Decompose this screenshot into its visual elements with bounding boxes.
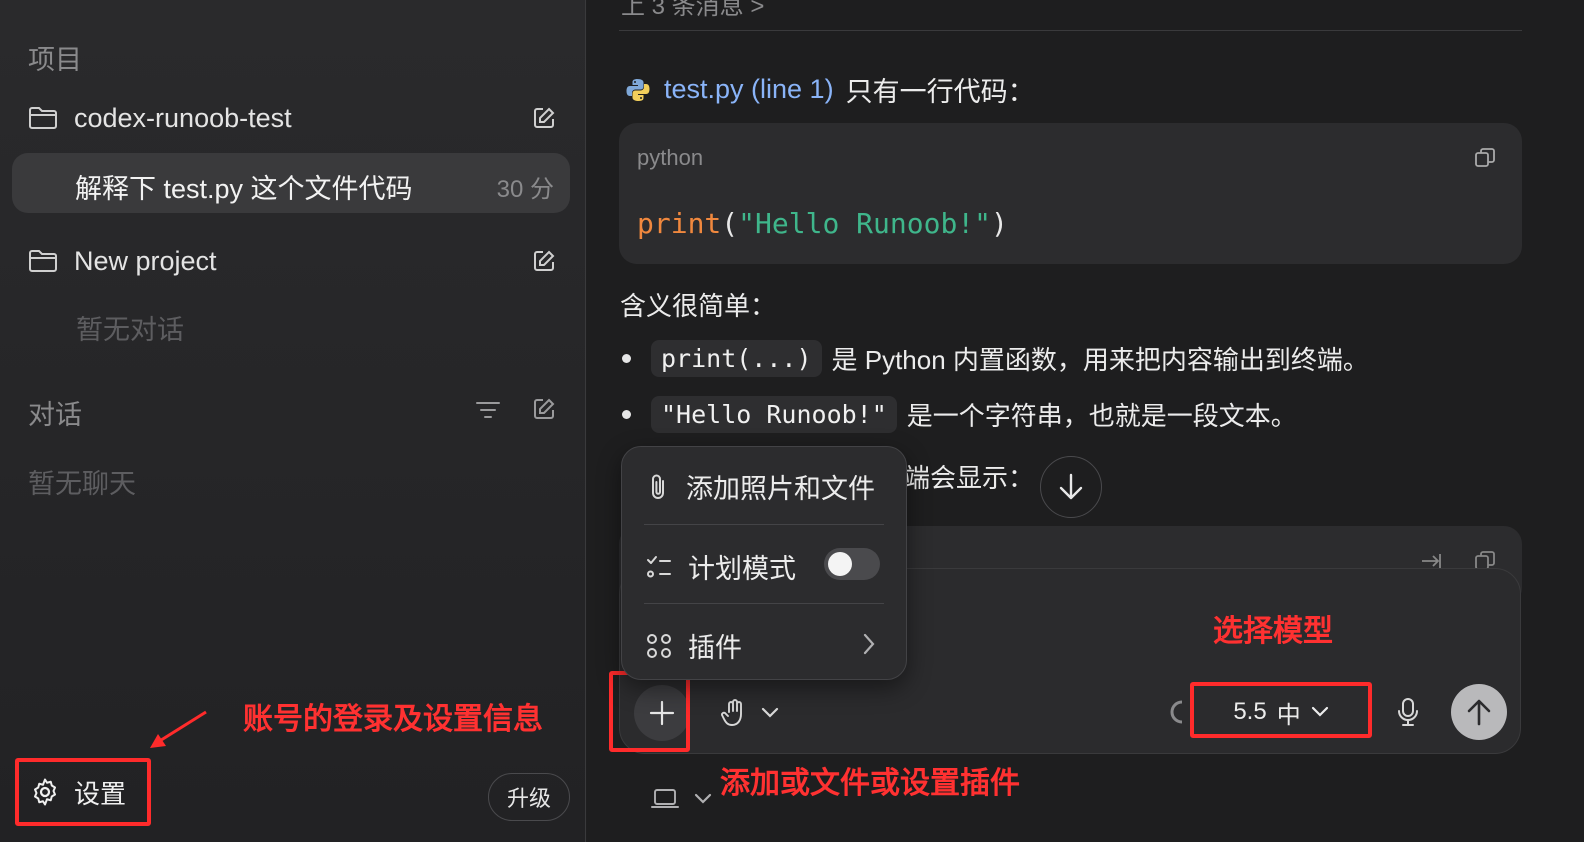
file-reference-line: test.py (line 1) 只有一行代码： — [624, 70, 1035, 109]
annotation-settings: 账号的登录及设置信息 — [243, 703, 543, 736]
laptop-icon — [651, 789, 679, 808]
partial-text: 端会显示： — [904, 463, 1035, 493]
annotation-box-add — [609, 671, 690, 752]
thread-item-active[interactable]: 解释下 test.py 这个文件代码 30 分 — [12, 153, 570, 213]
annotation-box-settings — [15, 758, 151, 826]
chats-empty-text: 暂无聊天 — [28, 469, 136, 499]
annotation-add: 添加或文件或设置插件 — [720, 767, 1020, 800]
bullet-item: "Hello Runoob!" 是一个字符串，也就是一段文本。 — [622, 396, 1297, 433]
python-icon — [624, 76, 652, 104]
project-name: New project — [74, 245, 217, 276]
environment-dropdown[interactable] — [648, 782, 714, 816]
code-string: "Hello Runoob!" — [738, 207, 992, 240]
menu-item-label: 插件 — [688, 633, 742, 663]
code-language: python — [637, 145, 704, 170]
microphone-icon — [1398, 698, 1418, 726]
chevron-right-icon — [863, 633, 875, 655]
microphone-button[interactable] — [1392, 694, 1424, 730]
menu-divider — [644, 524, 884, 525]
approval-mode-dropdown[interactable] — [714, 696, 786, 730]
file-description: 只有一行代码： — [845, 77, 1035, 107]
previous-messages-link[interactable]: 上 3 条消息 > — [621, 0, 764, 21]
divider — [619, 30, 1522, 31]
inline-code: "Hello Runoob!" — [651, 396, 897, 433]
annotation-arrow — [150, 710, 207, 748]
thread-title: 解释下 test.py 这个文件代码 — [75, 174, 413, 204]
send-button[interactable] — [1451, 684, 1507, 740]
annotation-model: 选择模型 — [1213, 615, 1333, 648]
new-chat-edit-icon[interactable] — [528, 393, 560, 425]
copy-icon[interactable] — [1470, 143, 1500, 173]
bullet-text: 是一个字符串，也就是一段文本。 — [906, 401, 1297, 431]
inline-code: print(...) — [651, 340, 822, 377]
code-paren-close: ) — [991, 207, 1008, 240]
folder-icon — [28, 248, 58, 274]
filter-icon[interactable] — [472, 394, 504, 426]
menu-item-label: 计划模式 — [688, 554, 796, 584]
arrow-down-icon — [1059, 473, 1083, 500]
chevron-down-icon — [694, 793, 712, 804]
menu-item-plugins[interactable]: 插件 — [646, 626, 742, 665]
annotation-box-model — [1190, 682, 1372, 738]
paperclip-icon — [652, 474, 664, 499]
file-link[interactable]: test.py (line 1) — [664, 74, 834, 105]
menu-divider — [644, 603, 884, 604]
code-block: python print("Hello Runoob!") — [619, 123, 1522, 264]
checklist-icon — [647, 555, 671, 577]
chevron-down-icon — [761, 707, 779, 718]
grid-icon — [647, 633, 671, 658]
menu-item-add-files[interactable]: 添加照片和文件 — [646, 467, 875, 506]
new-thread-edit-icon[interactable] — [528, 245, 560, 277]
scroll-down-button[interactable] — [1040, 456, 1102, 518]
code-paren-open: ( — [721, 207, 739, 240]
folder-icon — [28, 105, 58, 131]
hand-icon — [721, 699, 742, 726]
thread-time: 30 分 — [496, 176, 554, 203]
upgrade-button[interactable]: 升级 — [488, 773, 570, 821]
add-menu-popup: 添加照片和文件 计划模式 插件 — [621, 446, 907, 680]
project-item-codex-runoob-test[interactable]: codex-runoob-test — [28, 89, 558, 147]
new-thread-edit-icon[interactable] — [528, 102, 560, 134]
bullet-text: 是 Python 内置函数，用来把内容输出到终端。 — [831, 345, 1369, 375]
code-function: print — [637, 207, 722, 240]
code-line: print("Hello Runoob!") — [637, 207, 1008, 240]
projects-section-label: 项目 — [28, 45, 82, 75]
project-item-new-project[interactable]: New project — [28, 232, 558, 290]
chats-section-label: 对话 — [28, 400, 82, 430]
bullet-item: print(...) 是 Python 内置函数，用来把内容输出到终端。 — [622, 340, 1369, 377]
menu-item-label: 添加照片和文件 — [686, 474, 875, 504]
project-name: codex-runoob-test — [74, 102, 292, 133]
arrow-up-icon — [1467, 699, 1491, 726]
plan-mode-toggle[interactable] — [824, 548, 880, 580]
menu-item-plan-mode[interactable]: 计划模式 — [646, 547, 796, 586]
project-empty-text: 暂无对话 — [76, 315, 184, 345]
meaning-heading: 含义很简单： — [620, 291, 777, 321]
